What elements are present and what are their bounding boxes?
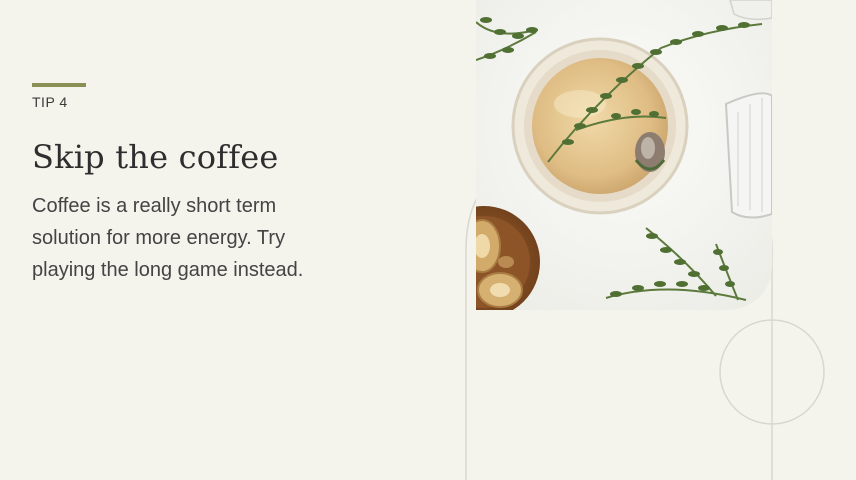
- accent-bar: [32, 83, 86, 87]
- tea-illustration: [476, 0, 772, 310]
- tea-liquid: [532, 58, 668, 194]
- page-title: Skip the coffee: [32, 138, 279, 176]
- body-text: Coffee is a really short term solution f…: [32, 195, 304, 281]
- tip-label: TIP 4: [32, 94, 68, 110]
- tea-photo: [476, 0, 772, 310]
